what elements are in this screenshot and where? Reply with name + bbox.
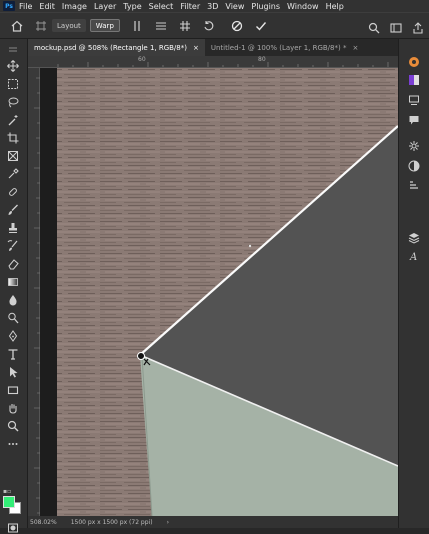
warp-button[interactable]: Warp	[89, 19, 120, 32]
document-tabs: mockup.psd @ 508% (Rectangle 1, RGB/8*) …	[28, 39, 398, 56]
gradient-tool-icon[interactable]	[5, 275, 21, 288]
layers-panel-icon[interactable]	[407, 231, 421, 245]
svg-text:A: A	[409, 252, 417, 262]
rectangle-tool-icon[interactable]	[5, 383, 21, 396]
tools-panel: ▪▫	[0, 39, 28, 532]
workspace-icon[interactable]	[390, 19, 402, 38]
document-canvas[interactable]	[40, 68, 398, 516]
healing-brush-tool-icon[interactable]	[5, 185, 21, 198]
collapse-toolbar-icon[interactable]	[5, 43, 21, 56]
menu-3d[interactable]: 3D	[207, 2, 218, 11]
move-tool-icon[interactable]	[5, 59, 21, 72]
character-panel-icon[interactable]: A	[407, 249, 421, 263]
history-panel-icon[interactable]	[407, 93, 421, 107]
menu-view[interactable]: View	[225, 2, 244, 11]
status-expand-icon[interactable]: ›	[167, 519, 169, 526]
menu-edit[interactable]: Edit	[39, 2, 55, 11]
history-brush-tool-icon[interactable]	[5, 239, 21, 252]
layout-button[interactable]: Layout	[52, 19, 86, 32]
path-selection-tool-icon[interactable]	[5, 365, 21, 378]
status-bar: 508.02% 1500 px x 1500 px (72 ppi) ›	[28, 516, 398, 528]
color-panel-icon[interactable]	[407, 55, 421, 69]
menu-file[interactable]: File	[19, 2, 32, 11]
tab-untitled-1[interactable]: Untitled-1 @ 100% (Layer 1, RGB/8*) * ×	[205, 39, 364, 56]
ruler-label: 60	[138, 56, 146, 63]
split-vertical-icon[interactable]	[130, 19, 144, 33]
menu-filter[interactable]: Filter	[180, 2, 200, 11]
magic-wand-tool-icon[interactable]	[5, 113, 21, 126]
menu-image[interactable]: Image	[62, 2, 87, 11]
transform-icon[interactable]	[34, 19, 48, 33]
tab-label: Untitled-1 @ 100% (Layer 1, RGB/8*) *	[210, 43, 347, 52]
ruler-label: 80	[258, 56, 266, 63]
split-horizontal-icon[interactable]	[154, 19, 168, 33]
frame-tool-icon[interactable]	[5, 149, 21, 162]
tab-label: mockup.psd @ 508% (Rectangle 1, RGB/8*)	[34, 43, 187, 52]
zoom-level[interactable]: 508.02%	[30, 519, 57, 526]
brush-tool-icon[interactable]	[5, 203, 21, 216]
menu-plugins[interactable]: Plugins	[251, 2, 280, 11]
hand-tool-icon[interactable]	[5, 401, 21, 414]
libraries-panel-icon[interactable]	[407, 179, 421, 193]
lasso-tool-icon[interactable]	[5, 95, 21, 108]
vertical-ruler	[28, 68, 40, 516]
home-icon[interactable]	[10, 19, 24, 33]
zoom-tool-icon[interactable]	[5, 419, 21, 432]
default-colors-icon[interactable]: ▪▫	[3, 488, 11, 495]
photoshop-logo: Ps	[3, 1, 15, 11]
blur-tool-icon[interactable]	[5, 293, 21, 306]
tab-mockup[interactable]: mockup.psd @ 508% (Rectangle 1, RGB/8*) …	[28, 39, 205, 56]
menu-window[interactable]: Window	[287, 2, 319, 11]
type-tool-icon[interactable]	[5, 347, 21, 360]
document-info[interactable]: 1500 px x 1500 px (72 ppi)	[71, 519, 153, 526]
menu-layer[interactable]: Layer	[94, 2, 116, 11]
eyedropper-tool-icon[interactable]	[5, 167, 21, 180]
commit-icon[interactable]	[254, 19, 268, 33]
canvas-image	[40, 68, 398, 516]
search-icon[interactable]	[368, 19, 380, 38]
close-icon[interactable]: ×	[193, 44, 199, 52]
comments-panel-icon[interactable]	[407, 113, 421, 127]
menu-select[interactable]: Select	[149, 2, 174, 11]
more-tools-icon[interactable]	[5, 437, 21, 450]
menu-type[interactable]: Type	[123, 2, 141, 11]
share-icon[interactable]	[412, 19, 424, 38]
horizontal-ruler: 60 80	[28, 56, 398, 68]
eraser-tool-icon[interactable]	[5, 257, 21, 270]
menu-help[interactable]: Help	[326, 2, 344, 11]
adjustments-panel-icon[interactable]	[407, 159, 421, 173]
clone-stamp-tool-icon[interactable]	[5, 221, 21, 234]
reset-icon[interactable]	[202, 19, 216, 33]
properties-panel-icon[interactable]	[407, 139, 421, 153]
foreground-color-swatch[interactable]	[3, 496, 15, 508]
menu-bar: Ps File Edit Image Layer Type Select Fil…	[0, 0, 429, 12]
cancel-icon[interactable]	[230, 19, 244, 33]
options-bar: Layout Warp	[0, 12, 429, 39]
marquee-tool-icon[interactable]	[5, 77, 21, 90]
right-panel-dock: A	[398, 39, 429, 528]
grid-split-icon[interactable]	[178, 19, 192, 33]
close-icon[interactable]: ×	[352, 44, 358, 52]
crop-tool-icon[interactable]	[5, 131, 21, 144]
dodge-tool-icon[interactable]	[5, 311, 21, 324]
pen-tool-icon[interactable]	[5, 329, 21, 342]
swatches-panel-icon[interactable]	[407, 73, 421, 87]
